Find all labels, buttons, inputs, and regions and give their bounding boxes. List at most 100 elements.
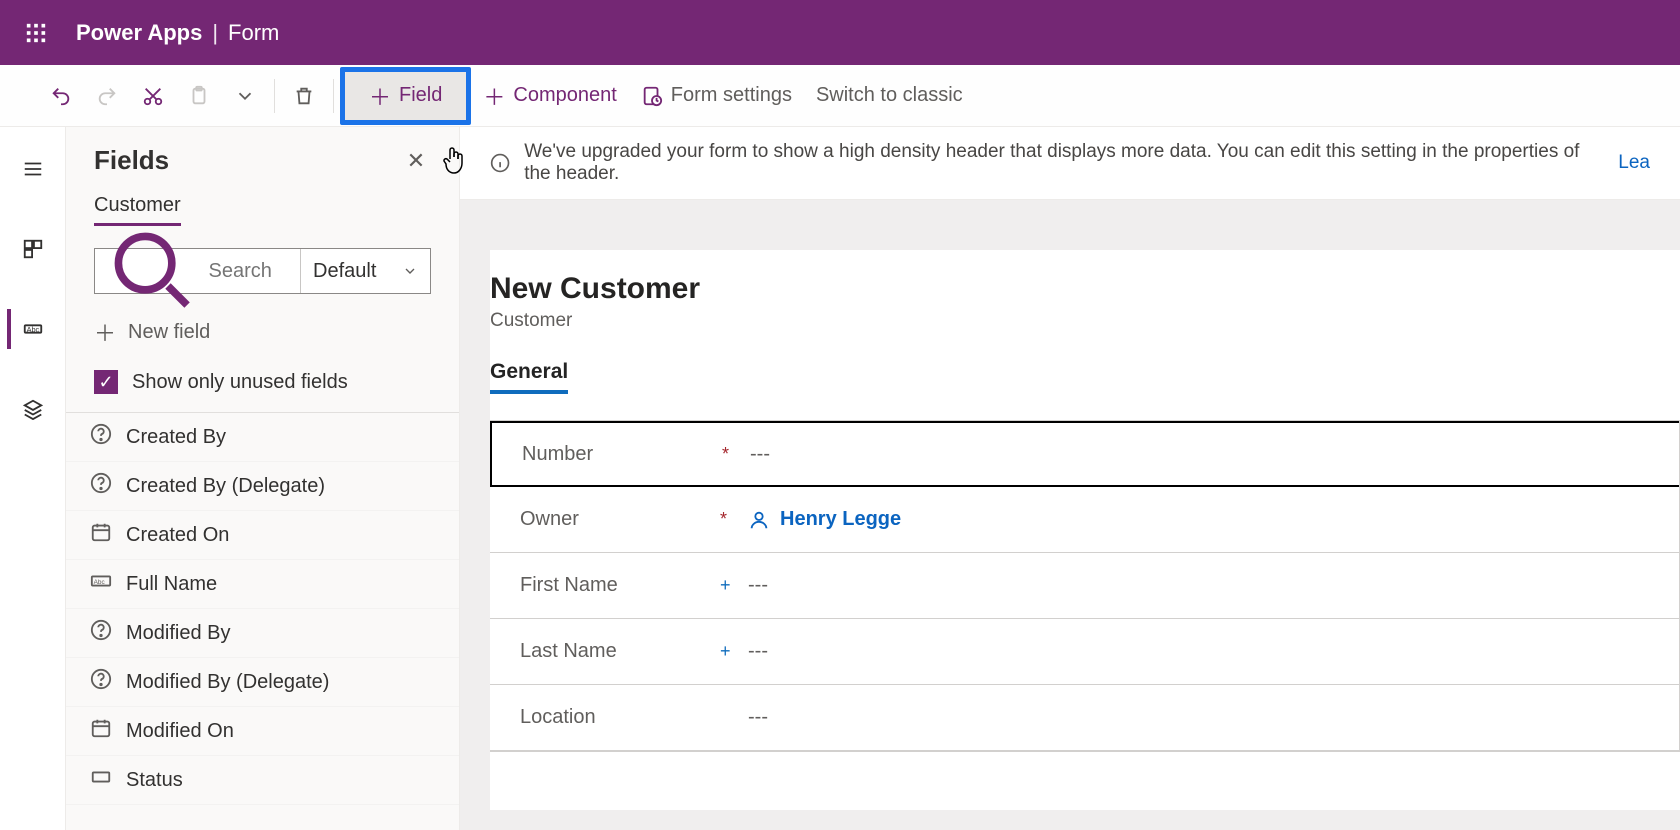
field-item-label: Modified By <box>126 622 231 645</box>
switch-classic-label: Switch to classic <box>816 84 963 107</box>
field-list-item[interactable]: Modified By <box>66 609 459 658</box>
form-field-row[interactable]: Location --- <box>490 685 1679 751</box>
fields-pane: Fields ✕ Customer Default ＋ New field ✓ … <box>66 127 460 830</box>
required-indicator: * <box>722 444 750 465</box>
fields-rail-button[interactable]: Abc <box>7 309 55 349</box>
show-unused-checkbox[interactable]: ✓ Show only unused fields <box>94 370 459 394</box>
waffle-icon[interactable] <box>16 13 56 53</box>
form-field-row[interactable]: Last Name+--- <box>490 619 1679 685</box>
required-indicator: + <box>720 575 748 596</box>
abc-icon: Abc <box>90 570 112 598</box>
field-list-item[interactable]: Modified By (Delegate) <box>66 658 459 707</box>
paste-button[interactable] <box>176 65 222 126</box>
fields-list: Created By Created By (Delegate) Created O… <box>66 412 459 805</box>
field-list-item[interactable]: Created By (Delegate) <box>66 462 459 511</box>
field-value[interactable]: --- <box>748 706 768 729</box>
cal-icon <box>90 521 112 549</box>
fields-pane-tab[interactable]: Customer <box>94 194 181 226</box>
add-component-button[interactable]: ＋ Component <box>471 65 628 126</box>
components-rail-button[interactable] <box>9 229 57 269</box>
search-icon <box>107 225 199 317</box>
delete-button[interactable] <box>281 65 327 126</box>
cut-button[interactable] <box>130 65 176 126</box>
close-fields-pane-button[interactable]: ✕ <box>401 146 431 176</box>
field-item-label: Created On <box>126 524 229 547</box>
field-label: Number <box>522 443 722 466</box>
plus-icon: ＋ <box>369 80 391 112</box>
chevron-down-icon <box>402 263 418 279</box>
form-card: New Customer Customer General Number*---… <box>490 250 1680 810</box>
info-text: We've upgraded your form to show a high … <box>524 141 1585 185</box>
paste-dropdown[interactable] <box>222 65 268 126</box>
field-value[interactable]: --- <box>750 443 770 466</box>
field-value[interactable]: --- <box>748 640 768 663</box>
fields-filter-value: Default <box>313 260 376 283</box>
show-unused-label: Show only unused fields <box>132 371 348 394</box>
field-label: First Name <box>520 574 720 597</box>
fields-search-row: Default <box>94 248 431 294</box>
fields-filter-dropdown[interactable]: Default <box>300 249 430 293</box>
form-fields: Number*---Owner*Henry LeggeFirst Name+--… <box>490 420 1680 752</box>
field-list-item[interactable]: Created By <box>66 413 459 462</box>
form-field-row[interactable]: Number*--- <box>490 421 1679 487</box>
field-list-item[interactable]: Status <box>66 756 459 805</box>
switch-classic-button[interactable]: Switch to classic <box>804 65 975 126</box>
person-icon <box>748 509 770 531</box>
form-settings-icon <box>641 85 663 107</box>
q-icon <box>90 619 112 647</box>
fields-pane-title: Fields <box>94 145 169 176</box>
field-item-label: Created By (Delegate) <box>126 475 325 498</box>
info-link[interactable]: Lea <box>1618 152 1650 174</box>
form-title: New Customer <box>490 272 1680 306</box>
hand-cursor-icon <box>440 145 466 182</box>
box-icon <box>90 766 112 794</box>
form-settings-button[interactable]: Form settings <box>629 65 804 126</box>
add-field-label: Field <box>399 84 442 107</box>
separator <box>274 79 275 113</box>
field-list-item[interactable]: Abc Full Name <box>66 560 459 609</box>
app-page[interactable]: Form <box>228 20 279 46</box>
q-icon <box>90 668 112 696</box>
plus-icon: ＋ <box>483 80 505 112</box>
app-title[interactable]: Power Apps <box>76 20 202 46</box>
main-area: Abc Fields ✕ Customer Default ＋ New fiel… <box>0 127 1680 830</box>
field-item-label: Modified On <box>126 720 234 743</box>
required-indicator: + <box>720 641 748 662</box>
field-item-label: Full Name <box>126 573 217 596</box>
fields-search[interactable] <box>95 249 300 293</box>
info-bar: We've upgraded your form to show a high … <box>460 127 1680 200</box>
form-settings-label: Form settings <box>671 84 792 107</box>
new-field-label: New field <box>128 321 210 344</box>
undo-button[interactable] <box>38 65 84 126</box>
info-icon <box>490 152 510 174</box>
form-tab-general[interactable]: General <box>490 360 568 394</box>
add-field-button[interactable]: ＋ Field <box>340 67 471 125</box>
form-field-row[interactable]: First Name+--- <box>490 553 1679 619</box>
required-indicator: * <box>720 509 748 530</box>
form-field-row[interactable]: Owner*Henry Legge <box>490 487 1679 553</box>
field-value[interactable]: --- <box>748 574 768 597</box>
field-list-item[interactable]: Modified On <box>66 707 459 756</box>
hamburger-button[interactable] <box>9 149 57 189</box>
command-bar: ＋ Field ＋ Component Form settings Switch… <box>0 65 1680 127</box>
redo-button[interactable] <box>84 65 130 126</box>
field-item-label: Created By <box>126 426 226 449</box>
new-field-button[interactable]: ＋ New field <box>94 316 459 348</box>
add-component-label: Component <box>513 84 616 107</box>
svg-text:Abc: Abc <box>94 579 106 586</box>
svg-text:Abc: Abc <box>26 325 39 334</box>
field-label: Location <box>520 706 720 729</box>
cal-icon <box>90 717 112 745</box>
plus-icon: ＋ <box>94 316 116 348</box>
fields-search-input[interactable] <box>209 260 301 283</box>
checkmark-icon: ✓ <box>94 370 118 394</box>
field-list-item[interactable]: Created On <box>66 511 459 560</box>
field-value-person[interactable]: Henry Legge <box>748 508 901 531</box>
field-label: Owner <box>520 508 720 531</box>
app-header: Power Apps | Form <box>0 0 1680 65</box>
q-icon <box>90 472 112 500</box>
canvas-scroll[interactable]: New Customer Customer General Number*---… <box>460 200 1680 830</box>
field-label: Last Name <box>520 640 720 663</box>
layers-rail-button[interactable] <box>9 389 57 429</box>
q-icon <box>90 423 112 451</box>
